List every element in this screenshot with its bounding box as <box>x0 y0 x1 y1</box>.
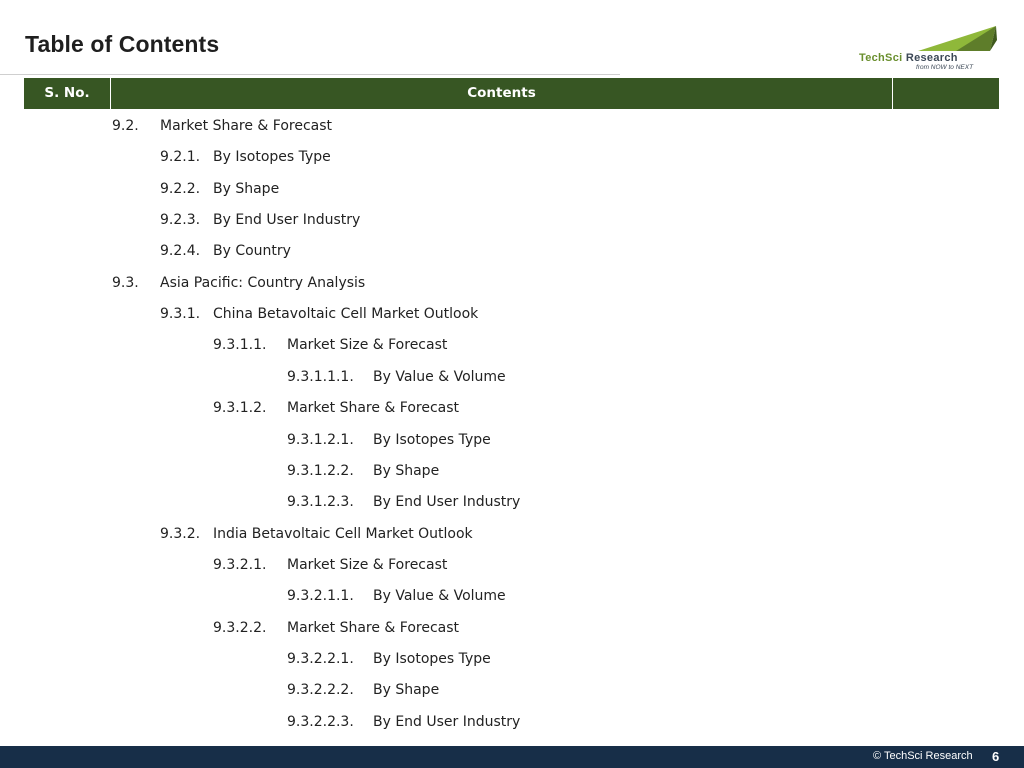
toc-entry-number: 9.3.2.2.3. <box>287 713 354 730</box>
toc-entry-title: Asia Pacific: Country Analysis <box>160 274 366 291</box>
page-title: Table of Contents <box>25 31 220 57</box>
toc-entry-title: By Shape <box>373 462 440 479</box>
toc-entry-number: 9.3. <box>112 274 139 291</box>
toc-entry-number: 9.2.3. <box>160 212 201 229</box>
header-contents: Contents <box>111 78 893 109</box>
toc-entry-number: 9.2.1. <box>160 149 201 166</box>
toc-entry-number: 9.3.1.2. <box>213 400 267 417</box>
toc-entry-title: By Shape <box>373 682 440 699</box>
techsci-logo: TechSci Research from NOW to NEXT <box>856 24 1002 74</box>
toc-entry-number: 9.3.2.1. <box>213 556 267 573</box>
toc-entry-title: By End User Industry <box>373 494 521 511</box>
toc-entry-title: Market Size & Forecast <box>287 556 448 573</box>
toc-entry-title: China Betavoltaic Cell Market Outlook <box>213 306 479 323</box>
toc-entry-title: By Value & Volume <box>373 368 506 385</box>
header-sno: S. No. <box>24 78 111 109</box>
footer-bar <box>0 746 1024 768</box>
toc-entry-title: By End User Industry <box>373 713 521 730</box>
logo-tagline: from NOW to NEXT <box>916 64 974 71</box>
toc-entry-number: 9.2. <box>112 118 139 134</box>
toc-entry-title: India Betavoltaic Cell Market Outlook <box>213 525 473 542</box>
toc-entry-title: By Isotopes Type <box>373 650 491 667</box>
toc-entry-title: By Isotopes Type <box>373 431 491 448</box>
toc-entry-title: Market Share & Forecast <box>160 118 333 134</box>
page-number: 6 <box>992 749 1000 764</box>
toc-entry-number: 9.3.2.2. <box>213 619 267 636</box>
toc-entry-number: 9.3.1.1.1. <box>287 368 354 385</box>
toc-entry-title: By Value & Volume <box>373 588 506 605</box>
toc-entry-title: By Isotopes Type <box>213 149 331 166</box>
toc-entry-title: Market Share & Forecast <box>287 400 460 417</box>
footer-copyright: © TechSci Research <box>873 750 973 762</box>
toc-entry-number: 9.3.2.1.1. <box>287 588 354 605</box>
toc-entry-title: Market Size & Forecast <box>287 337 448 354</box>
logo-arrow-icon <box>918 26 997 51</box>
toc-entry-title: By Shape <box>213 180 280 197</box>
toc-entry-number: 9.3.1.2.2. <box>287 462 354 479</box>
toc-entry-title: By End User Industry <box>213 212 361 229</box>
toc-entry-number: 9.3.1. <box>160 306 201 323</box>
header-page-column <box>893 78 999 109</box>
title-divider <box>0 74 620 75</box>
toc-entry-number: 9.3.2.2.1. <box>287 650 354 667</box>
toc-entry-number: 9.3.1.2.1. <box>287 431 354 448</box>
toc-table-header: S. No. Contents <box>24 78 999 109</box>
logo-wordmark-research: Research <box>905 52 958 64</box>
logo-wordmark-tech: TechSci <box>859 52 903 64</box>
toc-entry-title: Market Share & Forecast <box>287 619 460 636</box>
toc-entry-number: 9.2.4. <box>160 243 201 260</box>
toc-entry-number: 9.3.1.1. <box>213 337 267 354</box>
toc-entry-number: 9.3.1.2.3. <box>287 494 354 511</box>
toc-entry-number: 9.3.2.2.2. <box>287 682 354 699</box>
logo-wordmark: TechSci Research <box>859 52 958 64</box>
toc-entry-title: By Country <box>213 243 291 260</box>
toc-entry-number: 9.3.2. <box>160 525 201 542</box>
toc-entry-number: 9.2.2. <box>160 180 201 197</box>
